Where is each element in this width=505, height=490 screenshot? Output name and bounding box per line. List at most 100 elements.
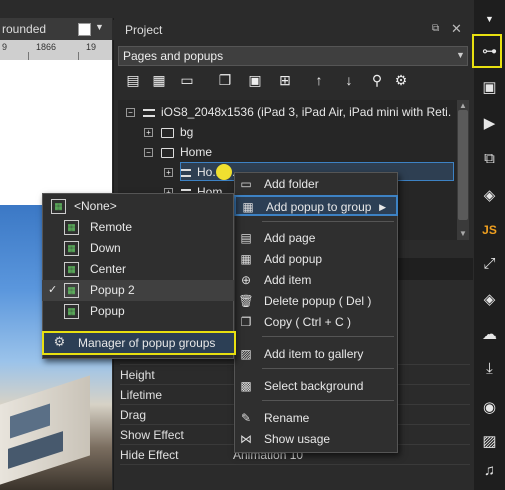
menu-separator: [262, 368, 394, 369]
pencil-icon: ✎: [240, 411, 252, 425]
popup-group-icon: ▦: [64, 262, 79, 277]
popup-group-icon: ▦: [51, 199, 66, 214]
expand-icon[interactable]: +: [164, 168, 173, 178]
collapse-icon[interactable]: −: [126, 108, 135, 118]
design-canvas[interactable]: [0, 60, 112, 205]
tree-item-bg[interactable]: + bg: [144, 122, 193, 142]
arrow-down-icon[interactable]: ↓: [340, 70, 358, 90]
menu-item-add-popup[interactable]: ▦ Add popup: [234, 249, 398, 269]
property-name: Drag: [120, 408, 147, 422]
popup-group-icon: ▦: [64, 304, 79, 319]
fill-settings-icon[interactable]: ◈: [474, 290, 505, 308]
menu-item-add-to-gallery[interactable]: ▨ Add item to gallery: [234, 344, 398, 364]
property-name: Lifetime: [120, 388, 163, 402]
scroll-down-icon[interactable]: ▼: [459, 229, 467, 238]
popup-group-icon: ▦: [64, 220, 79, 235]
javascript-icon[interactable]: JS: [474, 221, 505, 238]
scroll-up-icon[interactable]: ▲: [459, 101, 467, 110]
folder-icon: [161, 127, 174, 138]
copy-icon: ❐: [240, 315, 252, 329]
submenu-item-manager-popup-groups[interactable]: ⚙ Manager of popup groups: [42, 331, 236, 355]
resize-icon[interactable]: ⤢: [474, 255, 505, 272]
menu-item-rename[interactable]: ✎ Rename: [234, 408, 398, 428]
paste-icon[interactable]: ▣: [246, 70, 264, 90]
submenu-item-center[interactable]: ▦ Center: [42, 259, 234, 280]
menu-item-delete-popup[interactable]: 🗑 Delete popup ( Del ): [234, 291, 398, 311]
expand-icon[interactable]: +: [144, 128, 153, 138]
submenu-item-none[interactable]: ▦ <None>: [42, 196, 234, 217]
submenu-item-remote[interactable]: ▦ Remote: [42, 217, 234, 238]
tree-item-label: bg: [180, 125, 194, 139]
js-label: JS: [482, 223, 497, 237]
menu-item-add-item[interactable]: ⊕ Add item: [234, 270, 398, 290]
plus-circle-icon: ⊕: [240, 273, 252, 287]
download-icon[interactable]: ⤓: [474, 360, 505, 377]
add-folder-icon: ▭: [240, 177, 252, 191]
submenu-item-down[interactable]: ▦ Down: [42, 238, 234, 259]
project-icon: [143, 108, 155, 117]
menu-item-add-popup-to-group[interactable]: ▦ Add popup to group ▶: [234, 195, 398, 216]
menu-item-add-folder[interactable]: ▭ Add folder: [234, 174, 398, 194]
menu-separator: [262, 336, 394, 337]
close-icon[interactable]: ✕: [451, 21, 462, 37]
gear-icon: ⚙: [53, 334, 66, 349]
cloud-icon[interactable]: ☁: [474, 325, 505, 343]
menu-item-show-usage[interactable]: ⋈ Show usage: [234, 429, 398, 449]
trash-icon: 🗑: [238, 294, 254, 308]
horizontal-ruler: 9 1866 19: [0, 40, 112, 60]
add-popup-icon[interactable]: ▦: [150, 70, 168, 90]
duplicate-icon[interactable]: ⊞: [276, 70, 294, 90]
collapse-icon[interactable]: −: [144, 148, 153, 158]
menu-item-add-page[interactable]: ▤ Add page: [234, 228, 398, 248]
gallery-icon: ▨: [240, 347, 252, 361]
layers-icon[interactable]: ⧉: [474, 150, 505, 167]
page-icon: [181, 168, 191, 177]
font-style-field[interactable]: rounded 35: [0, 18, 58, 58]
background-pattern-icon: ▩: [240, 379, 252, 393]
add-folder-icon[interactable]: ▭: [178, 70, 196, 90]
add-page-icon[interactable]: ▤: [124, 70, 142, 90]
tree-item-label: iOS8_2048x1536 (iPad 3, iPad Air, iPad m…: [161, 105, 452, 119]
submenu-item-popup[interactable]: ▦ Popup: [42, 301, 234, 322]
submenu-item-popup-2[interactable]: ✓ ▦ Popup 2: [42, 280, 234, 301]
submenu-arrow-icon: ▶: [379, 202, 386, 212]
property-name: Show Effect: [120, 428, 184, 442]
tree-item-home[interactable]: − Home: [144, 142, 212, 162]
add-popup-icon: ▦: [240, 252, 252, 266]
chip-icon[interactable]: ▣: [474, 78, 505, 96]
gear-icon[interactable]: ⚙: [392, 70, 410, 90]
right-dock: [474, 0, 505, 490]
color-swatch[interactable]: [78, 23, 91, 36]
menu-item-copy[interactable]: ❐ Copy ( Ctrl + C ): [234, 312, 398, 332]
arrow-up-icon[interactable]: ↑: [310, 70, 328, 90]
chevron-down-icon[interactable]: ▼: [456, 50, 465, 60]
pages-popups-select[interactable]: Pages and popups: [118, 46, 468, 66]
image-icon[interactable]: ▨: [474, 432, 505, 450]
chevron-down-icon[interactable]: ▼: [474, 14, 505, 24]
copy-icon[interactable]: ❐: [216, 70, 234, 90]
tree-item-label: Home: [180, 145, 213, 159]
property-name: Height: [120, 368, 155, 382]
popup-group-icon: ▦: [64, 241, 79, 256]
popup-group-icon: ▦: [242, 200, 254, 214]
project-tree-icon[interactable]: ⊶: [474, 42, 505, 60]
ruler-tick-label: 1866: [36, 42, 57, 52]
camera-icon[interactable]: ◉: [474, 398, 505, 416]
mouse-cursor-highlight: [216, 164, 232, 180]
menu-separator: [262, 400, 394, 401]
float-panel-icon[interactable]: ⧉: [432, 23, 439, 34]
property-name: Hide Effect: [120, 448, 179, 462]
music-icon[interactable]: ♫: [474, 462, 505, 479]
scrollbar-thumb[interactable]: [458, 110, 468, 220]
paint-bucket-icon[interactable]: ◈: [474, 186, 505, 204]
popup-group-icon: ▦: [64, 283, 79, 298]
chevron-down-icon[interactable]: ▼: [95, 22, 104, 32]
share-icon: ⋈: [240, 432, 252, 446]
menu-separator: [262, 221, 394, 222]
folder-icon: [161, 147, 174, 158]
terminal-icon[interactable]: ▶: [474, 114, 505, 132]
search-icon[interactable]: ⚲: [368, 70, 386, 90]
menu-item-select-background[interactable]: ▩ Select background: [234, 376, 398, 396]
tree-item-root[interactable]: − iOS8_2048x1536 (iPad 3, iPad Air, iPad …: [126, 102, 451, 122]
checkmark-icon: ✓: [48, 284, 58, 296]
